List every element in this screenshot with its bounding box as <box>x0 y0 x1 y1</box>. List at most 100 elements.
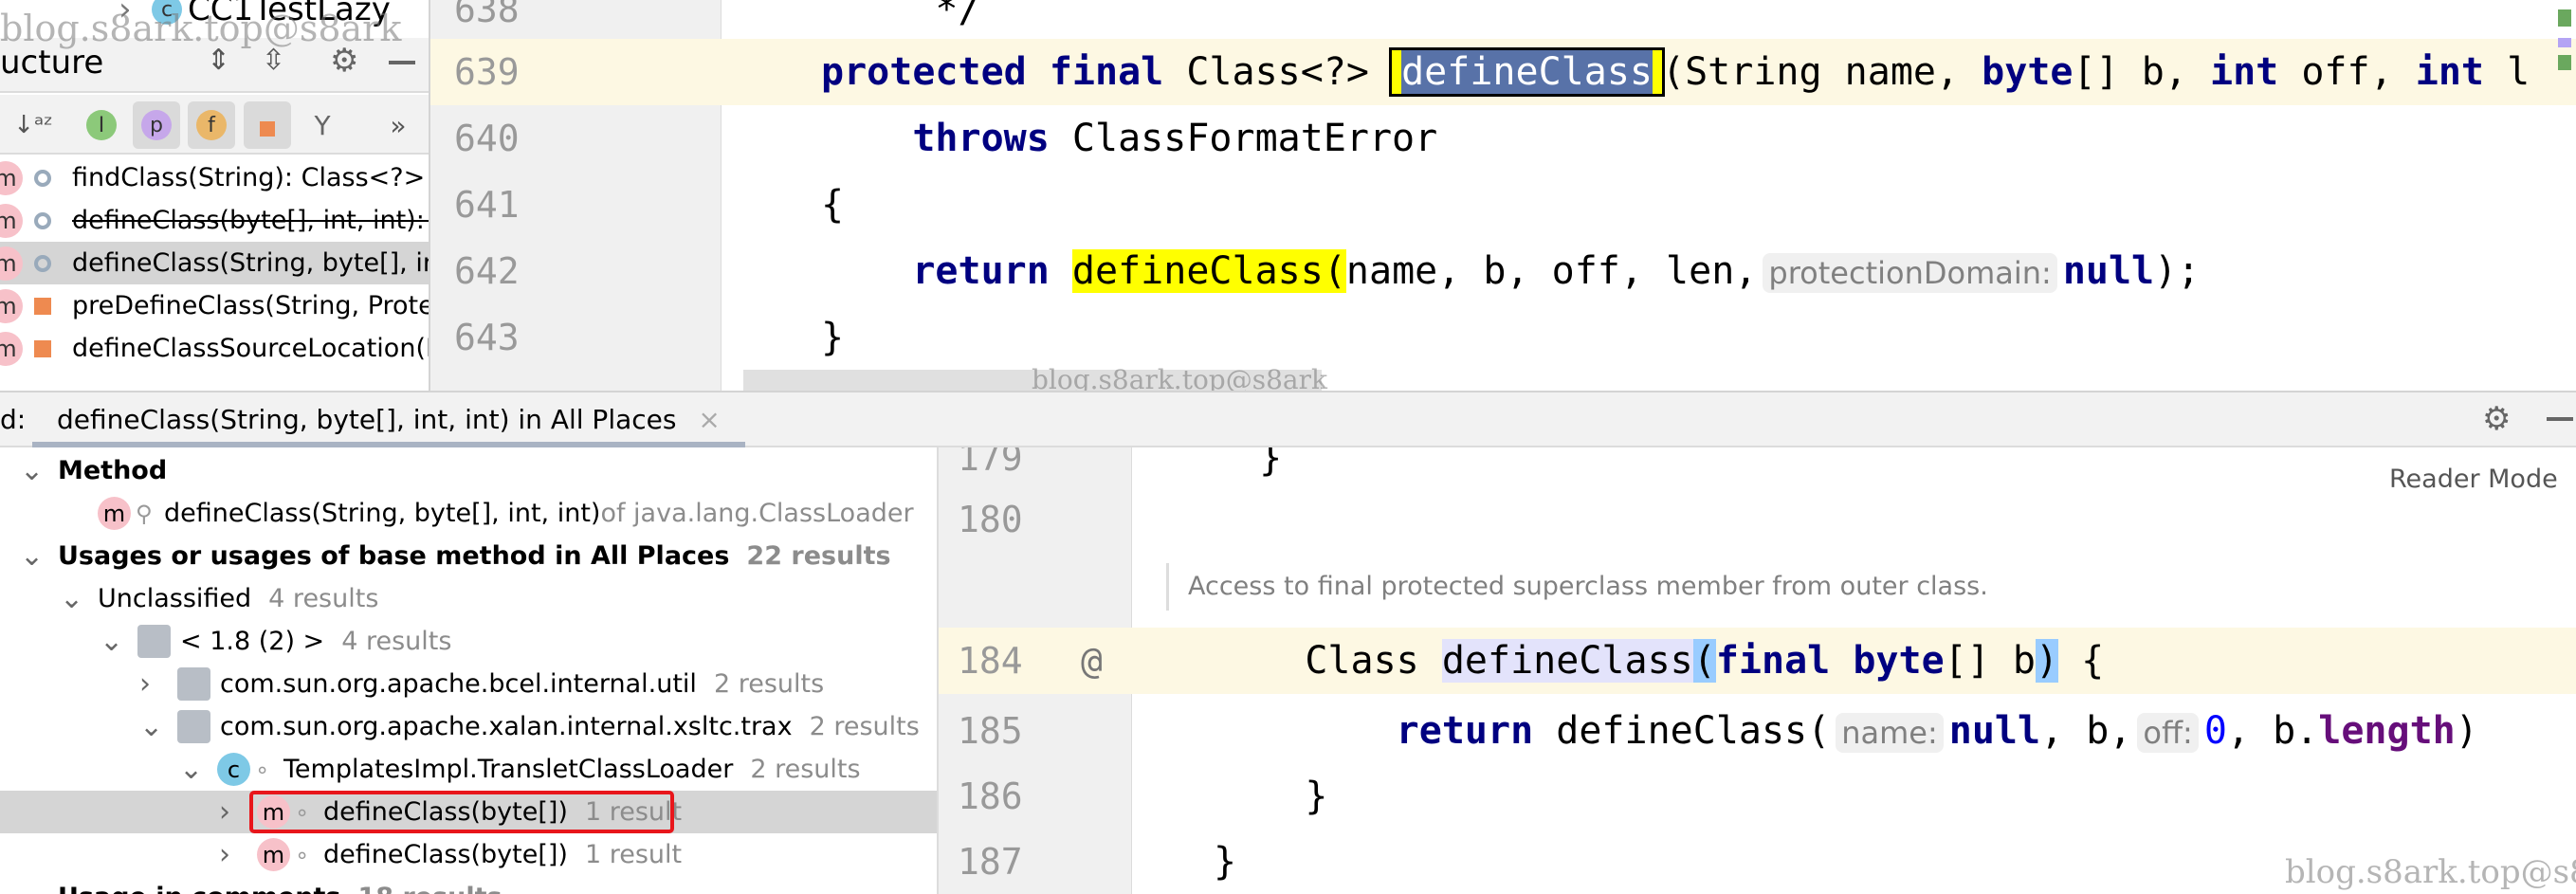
library-icon <box>137 625 171 658</box>
structure-item-label: preDefineClass(String, Protect <box>72 291 430 320</box>
row-suffix: of java.lang.ClassLoader <box>600 499 914 528</box>
chevron-down-icon[interactable]: ⌄ <box>20 449 44 492</box>
package-icon <box>177 710 210 743</box>
line-number: 180 <box>958 499 1023 540</box>
structure-item[interactable]: m defineClass(byte[], int, int): Cla <box>0 199 429 242</box>
error-stripe-mark[interactable] <box>2558 55 2571 70</box>
tree-row[interactable]: ⌄ com.sun.org.apache.xalan.internal.xsltc… <box>0 705 937 748</box>
reader-mode-button[interactable]: Reader Mode <box>2389 465 2558 494</box>
code-token: } <box>1214 447 1283 480</box>
gear-icon[interactable]: ⚙ <box>2482 400 2511 438</box>
code-text: } <box>1214 763 1327 830</box>
tab-find-usages[interactable]: defineClass(String, byte[], int, int) in… <box>32 392 745 447</box>
tree-row[interactable]: › com.sun.org.apache.bcel.internal.util 2 … <box>0 663 937 705</box>
code-token: return <box>912 249 1050 293</box>
code-text: return defineClass(name, b, off, len, pro… <box>821 238 2200 306</box>
close-icon[interactable]: × <box>698 404 720 435</box>
code-token: , b. <box>2226 709 2319 753</box>
code-line[interactable]: 186 } <box>939 763 2576 830</box>
tree-row[interactable]: › m ∘ defineClass(byte[]) 1 result <box>0 833 937 876</box>
code-token: [] b, <box>2073 50 2210 94</box>
structure-panel: › c CC1TestLazy ucture ⇕ ⇳ ⚙ ↓ᵃᶻ I p f Y… <box>0 0 430 391</box>
lock-icon <box>34 339 51 357</box>
code-token: Class <box>1214 639 1442 683</box>
method-icon: m <box>98 497 131 530</box>
code-line[interactable]: 185 return defineClass(name: null, b, off:… <box>939 698 2576 764</box>
tree-row[interactable]: ⌄ Usages or usages of base method in All … <box>0 535 937 577</box>
override-marker-icon[interactable]: @ <box>1081 628 1103 694</box>
tree-row[interactable]: ⌄ c ∘ TemplatesImpl.TransletClassLoader 2 re… <box>0 748 937 791</box>
tree-row[interactable]: ⌄ Method <box>0 449 937 492</box>
tree-row-label: Unclassified 4 results <box>98 577 378 620</box>
show-properties-button[interactable]: p <box>133 101 180 149</box>
chevron-down-icon[interactable]: ⌄ <box>139 705 163 748</box>
chevron-down-icon[interactable]: ⌄ <box>179 748 203 791</box>
code-token: 0 <box>2203 709 2227 753</box>
method-icon: m <box>0 288 23 323</box>
show-fields-button[interactable]: f <box>188 101 235 149</box>
class-icon: c <box>217 753 250 786</box>
tree-row-label: Usage in comments 18 results <box>58 876 502 894</box>
code-line[interactable]: 643} <box>430 304 2576 371</box>
code-token: } <box>1214 775 1328 818</box>
line-number: 642 <box>454 250 520 292</box>
visibility-icon: ∘ <box>295 841 310 868</box>
tree-row[interactable]: ⌄ Usage in comments 18 results <box>0 876 937 894</box>
error-stripe-mark[interactable] <box>2558 9 2571 27</box>
code-line[interactable]: 642 return defineClass(name, b, off, len… <box>430 238 2576 304</box>
structure-item[interactable]: m findClass(String): Class<?> <box>0 156 429 199</box>
code-line[interactable]: 638 */ <box>430 0 2576 43</box>
row-text: Usage in comments <box>58 883 340 894</box>
show-inherited-button[interactable]: I <box>78 101 125 149</box>
structure-item[interactable]: m defineClass(String, byte[], int, <box>0 242 429 284</box>
chevron-right-icon[interactable]: › <box>219 791 230 833</box>
code-token: defineClass( <box>1533 709 1831 753</box>
code-line[interactable]: 180 <box>939 486 2576 553</box>
chevron-right-icon[interactable]: › <box>139 663 151 705</box>
error-stripe-mark[interactable] <box>2558 38 2571 47</box>
key-icon <box>34 211 51 229</box>
result-count: 22 results <box>746 541 891 571</box>
sort-alpha-icon[interactable]: ↓ᵃᶻ <box>9 101 57 149</box>
code-editor-top[interactable]: 638 */ 639 protected final Class<?> define… <box>430 0 2576 391</box>
chevron-down-icon[interactable]: ⌄ <box>20 876 44 894</box>
code-token: */ <box>821 0 981 31</box>
chevron-down-icon[interactable]: ⌄ <box>20 535 44 577</box>
chevron-down-icon[interactable]: ⌄ <box>100 620 123 663</box>
show-non-public-button[interactable] <box>244 101 291 149</box>
code-token: throws <box>912 117 1050 160</box>
code-line[interactable]: 639 protected final Class<?> defineClass(… <box>430 39 2576 105</box>
tree-row[interactable]: ⌄ Unclassified 4 results <box>0 577 937 620</box>
minimize-icon[interactable] <box>389 61 415 64</box>
structure-item[interactable]: m defineClassSourceLocation(Pr <box>0 327 429 370</box>
structure-item[interactable]: m preDefineClass(String, Protect <box>0 284 430 327</box>
method-icon: m <box>0 246 23 281</box>
code-token: ); <box>2154 249 2201 293</box>
result-count: 2 results <box>713 669 825 699</box>
row-text: com.sun.org.apache.xalan.internal.xsltc.… <box>220 712 793 741</box>
tree-row[interactable]: › m ∘ defineClass(byte[]) 1 result <box>0 791 937 833</box>
code-line[interactable]: 641 { <box>430 172 2576 238</box>
code-editor-preview[interactable]: 179 } 180 Access to final protected superc… <box>939 447 2576 894</box>
highlight-box <box>249 791 674 833</box>
chevron-down-icon[interactable]: ⌄ <box>60 577 83 620</box>
tree-row[interactable]: ⌄ < 1.8 (2) > 4 results <box>0 620 937 663</box>
code-token: null <box>2062 249 2155 293</box>
code-line[interactable]: 640 throws ClassFormatError <box>430 105 2576 172</box>
usages-tree[interactable]: ⌄ Method m ⚲ defineClass(String, byte[], int… <box>0 447 939 894</box>
code-token: return <box>1396 709 1534 753</box>
chevron-right-icon[interactable]: › <box>219 833 230 876</box>
result-count: 2 results <box>809 712 920 741</box>
code-token: , b, <box>2040 709 2132 753</box>
show-lambdas-icon[interactable]: Y <box>299 101 346 149</box>
more-icon[interactable]: » <box>375 101 422 149</box>
tree-row[interactable]: m ⚲ defineClass(String, byte[], int, int) … <box>0 492 937 535</box>
row-text: Method <box>58 456 168 485</box>
code-line[interactable]: 179 } <box>939 447 2576 491</box>
tree-row-label: defineClass(String, byte[], int, int) of… <box>164 492 914 535</box>
code-line[interactable]: 184 @ Class defineClass(final byte[] b) { <box>939 628 2576 694</box>
minimize-icon[interactable] <box>2547 417 2573 421</box>
parameter-hint: protectionDomain: <box>1763 253 2057 293</box>
code-line[interactable]: Access to final protected superclass mem… <box>939 554 2576 620</box>
